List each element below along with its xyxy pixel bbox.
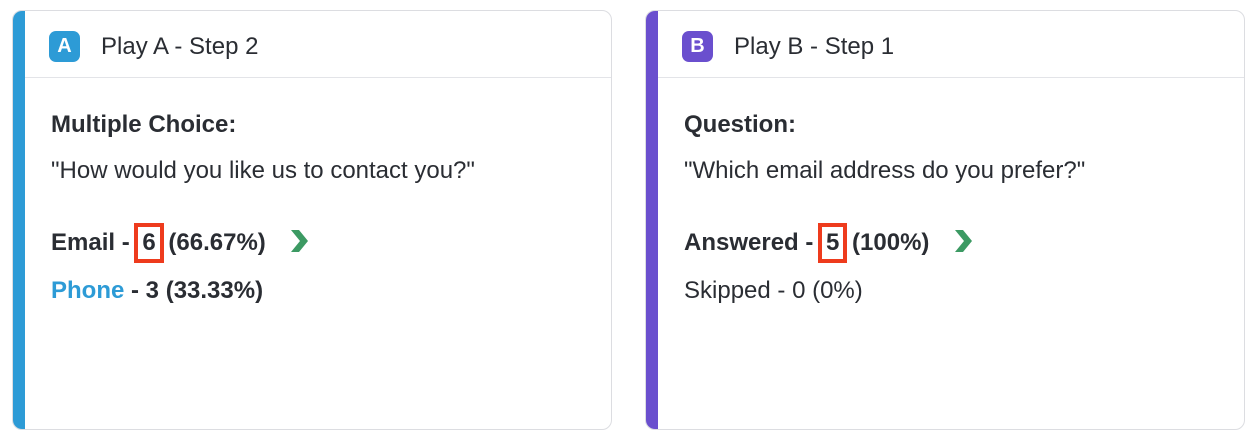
answer-count-highlighted: 6 — [134, 223, 164, 263]
answer-separator: - — [124, 277, 146, 304]
answer-separator: - — [798, 229, 821, 256]
question-text: "How would you like us to contact you?" — [51, 157, 475, 184]
question-type: Question: — [684, 111, 796, 138]
play-title: Play B - Step 1 — [734, 33, 895, 60]
answer-link-phone[interactable]: Phone — [51, 277, 124, 304]
question-type: Multiple Choice: — [51, 111, 237, 138]
card-header: B Play B - Step 1 — [658, 11, 1244, 78]
answer-percent: (0%) — [805, 277, 863, 304]
answer-label: Skipped — [684, 277, 771, 304]
play-a-card: A Play A - Step 2 Multiple Choice: "How … — [12, 10, 612, 430]
play-badge: B — [682, 31, 713, 62]
chevron-right-icon[interactable] — [288, 228, 310, 254]
question-text: "Which email address do you prefer?" — [684, 157, 1086, 184]
card-header: A Play A - Step 2 — [25, 11, 611, 78]
answer-label: Answered — [684, 229, 799, 256]
play-badge: A — [49, 31, 80, 62]
answer-percent: (66.67%) — [161, 229, 266, 256]
answer-percent: (100%) — [845, 229, 930, 256]
answer-count: 3 — [145, 277, 160, 304]
answer-label: Email — [51, 229, 116, 256]
play-b-card: B Play B - Step 1 Question: "Which email… — [645, 10, 1245, 430]
answer-percent: (33.33%) — [159, 277, 264, 304]
answer-separator: - — [115, 229, 137, 256]
answer-row-skipped: Skipped - 0 (0%) — [684, 275, 1234, 307]
answer-row-phone: Phone - 3 (33.33%) — [51, 275, 601, 307]
chevron-right-icon[interactable] — [952, 228, 974, 254]
card-accent-bar — [646, 11, 658, 429]
play-title: Play A - Step 2 — [101, 33, 259, 60]
card-body: Question: "Which email address do you pr… — [684, 109, 1234, 307]
card-body: Multiple Choice: "How would you like us … — [51, 109, 601, 307]
answer-count: 0 — [792, 277, 806, 304]
answer-count-highlighted: 5 — [817, 223, 848, 263]
answer-separator: - — [770, 277, 793, 304]
answer-row-answered: Answered - 5 (100%) — [684, 223, 1234, 263]
answer-row-email: Email - 6 (66.67%) — [51, 223, 601, 263]
card-accent-bar — [13, 11, 25, 429]
